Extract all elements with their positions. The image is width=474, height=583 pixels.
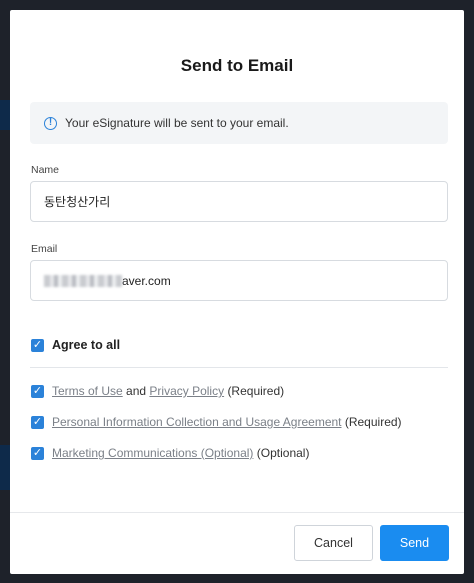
privacy-policy-link[interactable]: Privacy Policy bbox=[149, 384, 224, 398]
marketing-consent: Marketing Communications (Optional) (Opt… bbox=[52, 446, 309, 460]
info-icon: ! bbox=[44, 116, 57, 130]
terms-of-use-link[interactable]: Terms of Use bbox=[52, 384, 123, 398]
marketing-checkbox[interactable]: ✓ bbox=[31, 447, 44, 460]
name-label: Name bbox=[31, 164, 60, 176]
terms-privacy-consent: Terms of Use and Privacy Policy (Require… bbox=[52, 384, 284, 398]
send-button[interactable]: Send bbox=[380, 525, 449, 561]
redacted-email-part bbox=[44, 274, 122, 287]
personal-info-checkbox[interactable]: ✓ bbox=[31, 416, 44, 429]
email-field[interactable]: aver.com bbox=[30, 260, 448, 301]
agree-all-checkbox[interactable]: ✓ bbox=[31, 339, 44, 352]
required-tag: (Required) bbox=[227, 384, 285, 398]
agree-all-label: Agree to all bbox=[52, 338, 121, 352]
required-tag: (Required) bbox=[344, 415, 402, 429]
marketing-communications-link[interactable]: Marketing Communications (Optional) bbox=[52, 446, 253, 460]
email-label: Email bbox=[31, 243, 58, 255]
dialog-title: Send to Email bbox=[180, 56, 294, 75]
personal-info-consent: Personal Information Collection and Usag… bbox=[52, 415, 402, 429]
name-value: 동탄청산가리 bbox=[44, 195, 111, 209]
info-text: Your eSignature will be sent to your ema… bbox=[65, 116, 289, 130]
consent-divider bbox=[30, 367, 448, 368]
personal-info-agreement-link[interactable]: Personal Information Collection and Usag… bbox=[52, 415, 342, 429]
optional-tag: (Optional) bbox=[256, 446, 310, 460]
footer-divider bbox=[10, 512, 464, 513]
cancel-button[interactable]: Cancel bbox=[294, 525, 373, 561]
consent-connector: and bbox=[126, 384, 147, 398]
name-field[interactable]: 동탄청산가리 bbox=[30, 181, 448, 222]
background-strip bbox=[0, 445, 10, 490]
info-banner: ! Your eSignature will be sent to your e… bbox=[30, 102, 448, 144]
send-to-email-dialog: Send to Email ! Your eSignature will be … bbox=[10, 10, 464, 574]
background-strip bbox=[0, 100, 10, 130]
email-value: aver.com bbox=[122, 273, 171, 288]
terms-privacy-checkbox[interactable]: ✓ bbox=[31, 385, 44, 398]
